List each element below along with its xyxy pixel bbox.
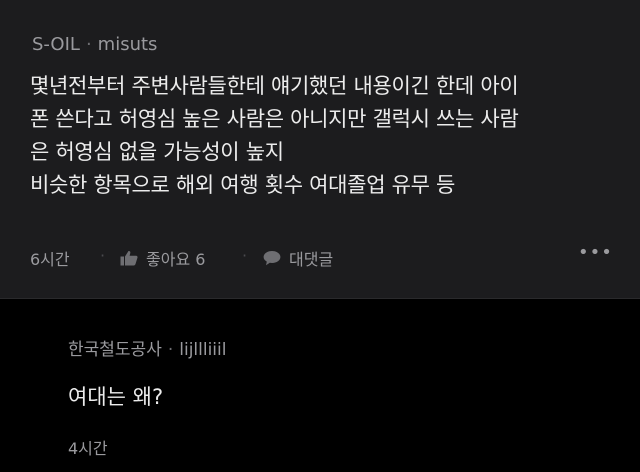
post-time: 6시간 [30,250,70,269]
comment-company: 한국철도공사 [68,340,162,360]
speech-bubble-icon [263,250,281,266]
post-actions: 6시간 · 좋아요 6 · 대댓글 ••• [30,242,613,272]
reply-comment: 한국철도공사 · lijllliiil 여대는 왜? 4시간 [0,299,640,472]
post-card: S-OIL · misuts 몇년전부터 주변사람들한테 얘기했던 내용이긴 한데 … [0,0,640,299]
meta-separator: · [85,34,92,55]
comment-author[interactable]: 한국철도공사 · lijllliiil [68,335,226,360]
post-username: misuts [97,34,158,55]
like-button[interactable]: 좋아요 6 [120,246,205,270]
post-line: 몇년전부터 주변사람들한테 얘기했던 내용이긴 한데 아이 [30,74,519,98]
post-content: 몇년전부터 주변사람들한테 얘기했던 내용이긴 한데 아이 폰 쓴다고 허영심 … [30,70,620,202]
post-line: 폰 쓴다고 허영심 높은 사람은 아니지만 갤럭시 쓰는 사람 [30,107,519,131]
post-line: 비슷한 항목으로 해외 여행 횟수 여대졸업 유무 등 [30,173,456,197]
reply-label: 대댓글 [289,250,334,269]
comment-username: lijllliiil [179,340,227,360]
thumbs-up-icon [120,250,138,266]
more-options-button[interactable]: ••• [578,242,613,263]
comment-text: 여대는 왜? [68,385,164,409]
post-line: 은 허영심 없을 가능성이 높지 [30,140,284,164]
meta-separator: · [167,340,174,360]
action-separator: · [100,246,106,265]
post-company: S-OIL [32,34,80,55]
comment-time: 4시간 [68,439,108,458]
post-author[interactable]: S-OIL · misuts [32,33,157,57]
reply-button[interactable]: 대댓글 [263,246,333,270]
action-separator: · [242,246,248,265]
like-label: 좋아요 6 [146,250,206,269]
